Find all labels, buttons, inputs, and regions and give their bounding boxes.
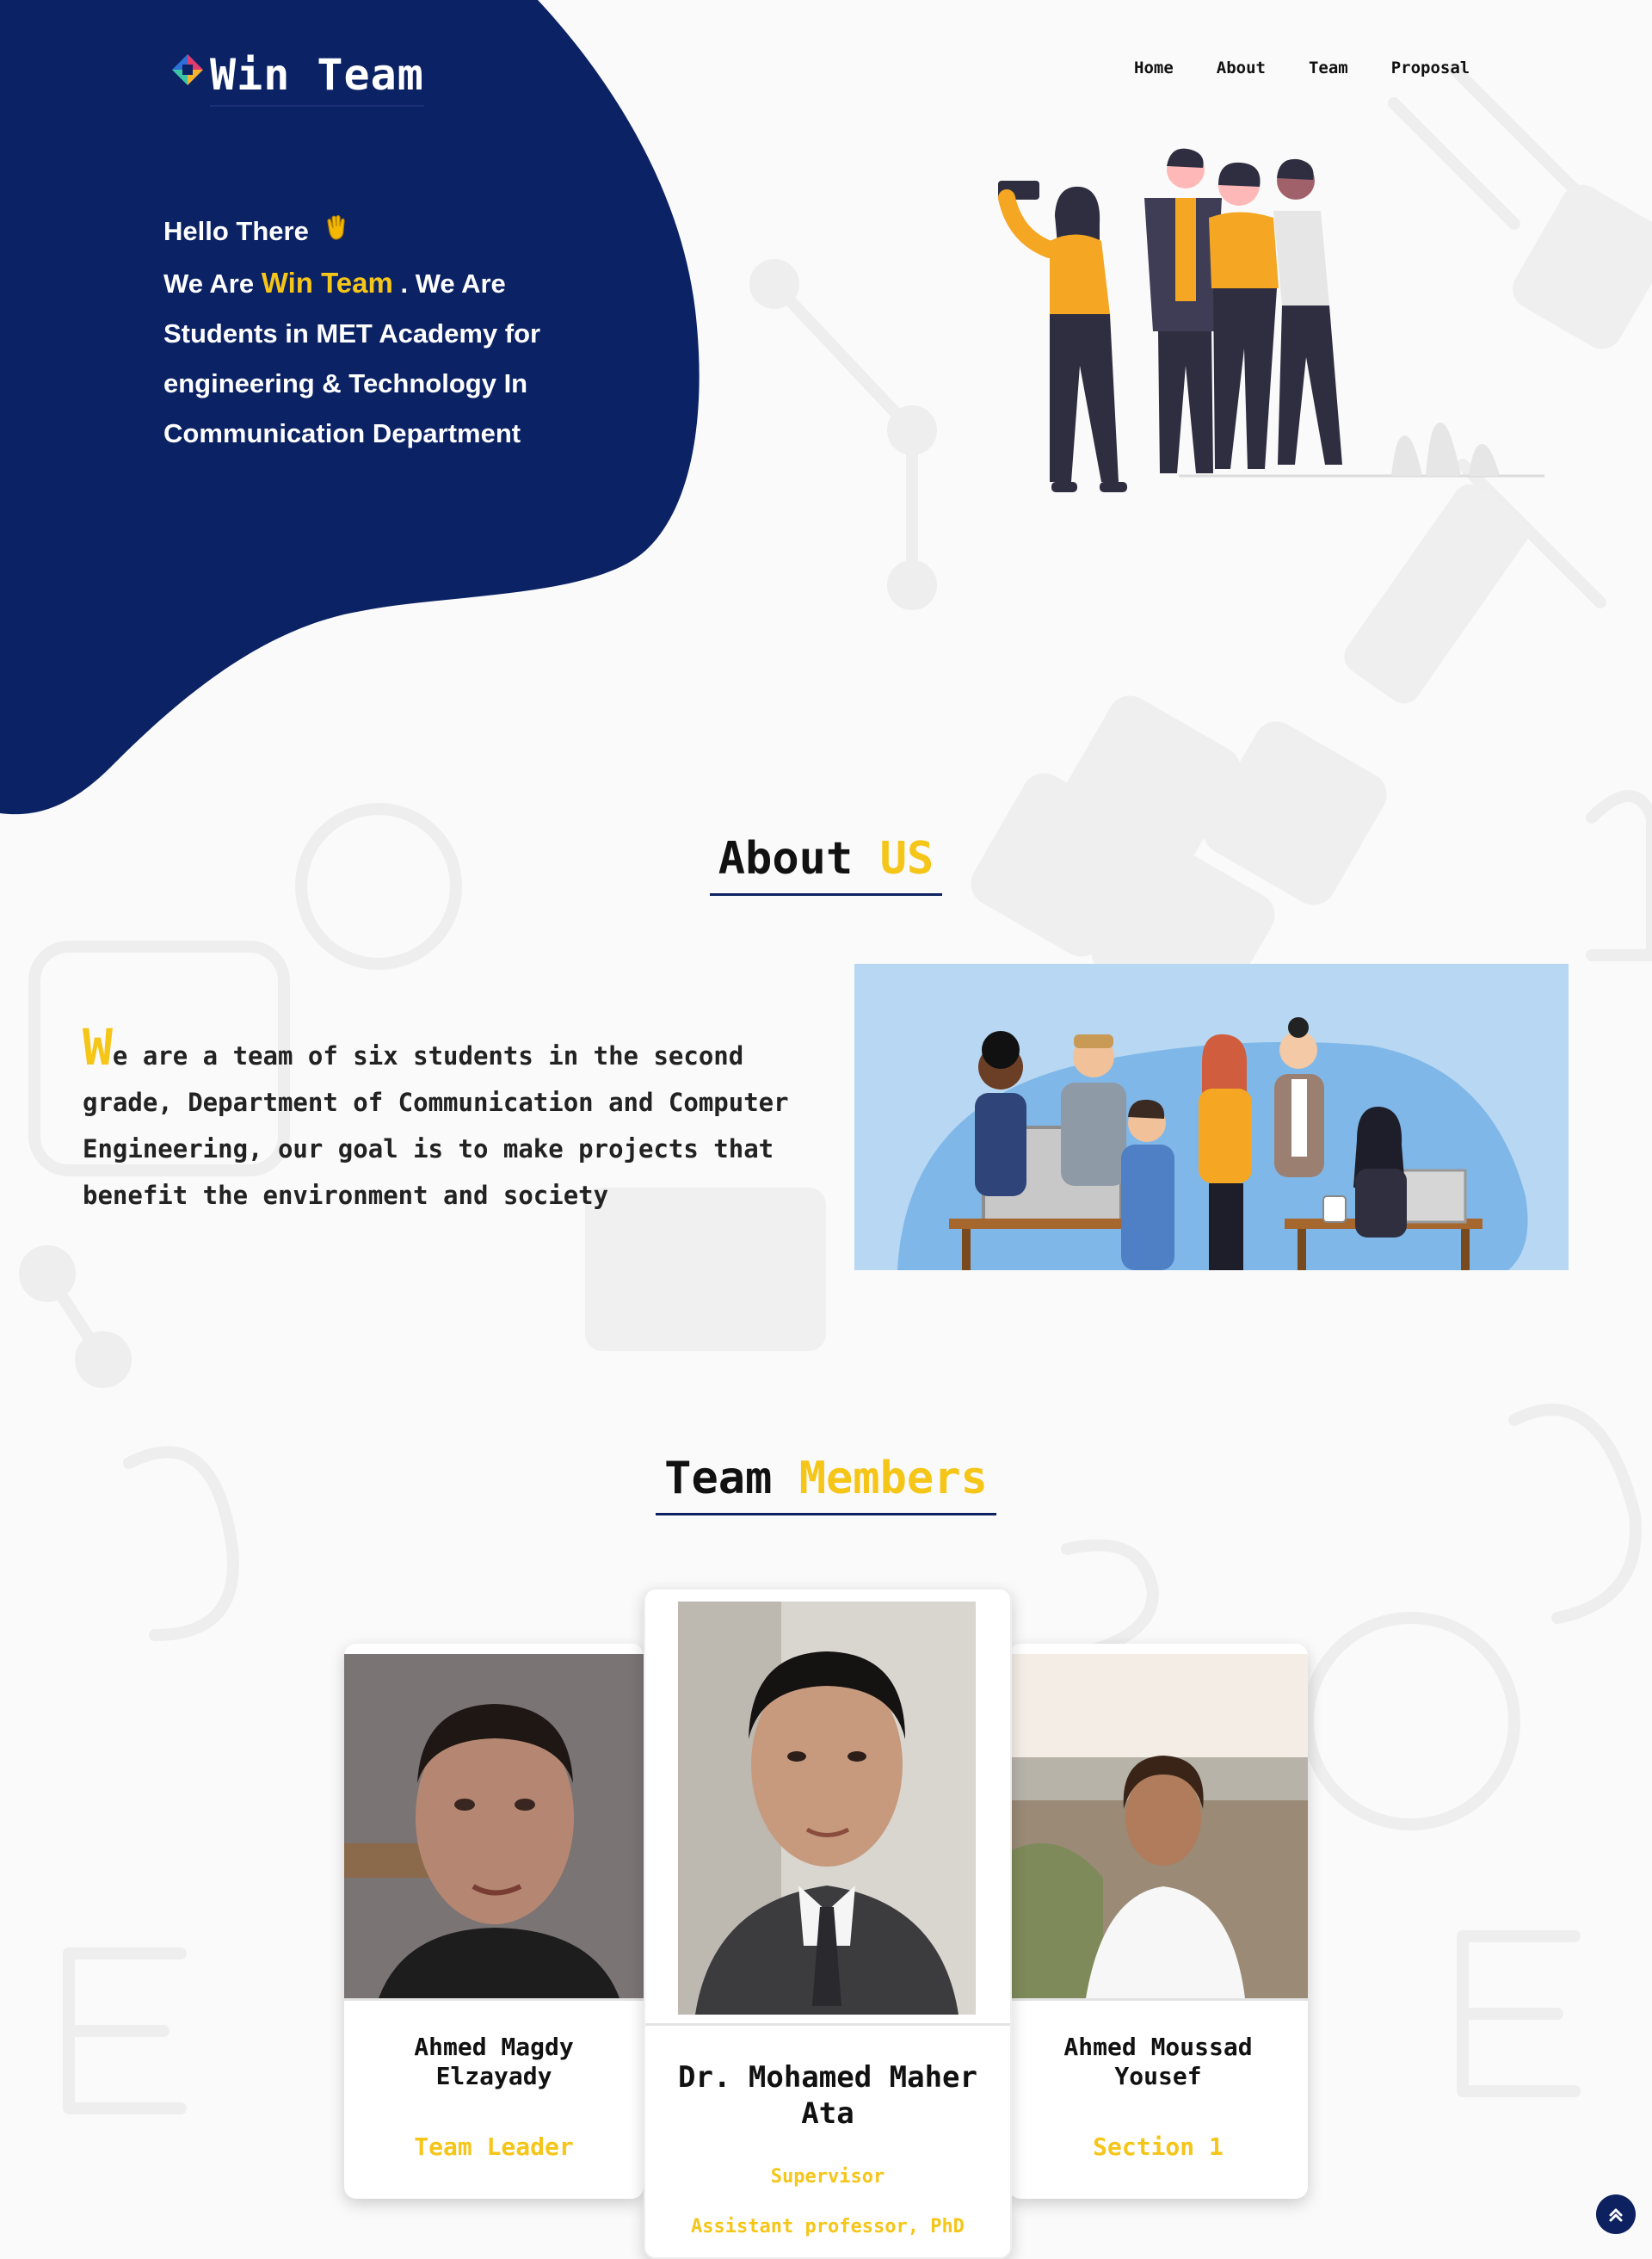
waving-hand-icon <box>323 208 352 258</box>
card-divider <box>645 2023 1010 2026</box>
member-role: Supervisor <box>770 2166 885 2188</box>
scroll-to-top-button[interactable] <box>1596 2194 1636 2234</box>
member-name: Ahmed Magdy Elzayady <box>414 2033 574 2090</box>
team-title-accent: Members <box>798 1453 988 1504</box>
team-member-card[interactable]: Dr. Mohamed Maher Ata Supervisor Assista… <box>644 1588 1012 2259</box>
about-title-main: About <box>718 833 854 885</box>
card-divider <box>1008 1998 1308 2001</box>
about-text: e are a team of six students in the seco… <box>83 1041 789 1210</box>
hero-description: We Are Win Team . We Are Students in MET… <box>163 258 611 459</box>
about-dropcap: W <box>83 1018 113 1077</box>
colorful-diamond-logo-icon <box>170 52 205 87</box>
nav-proposal[interactable]: Proposal <box>1391 59 1470 77</box>
brand-title: Win Team <box>210 50 424 107</box>
team-section-title: Team Members <box>0 1453 1652 1515</box>
team-title-underline: Team Members <box>656 1453 996 1515</box>
member-role: Section 1 <box>1093 2132 1224 2161</box>
card-divider <box>344 1998 644 2001</box>
member-photo <box>1008 1654 1308 1998</box>
hero-team-name: Win Team <box>261 267 393 299</box>
nav-home[interactable]: Home <box>1134 59 1174 77</box>
nav-about[interactable]: About <box>1217 59 1266 77</box>
member-photo <box>678 1602 976 2015</box>
team-at-desks-illustration <box>854 964 1569 1270</box>
hero-line-prefix: We Are <box>163 268 255 299</box>
main-nav: Home About Team Proposal <box>1134 59 1513 77</box>
member-subrole: Assistant professor, PhD <box>691 2216 965 2237</box>
team-group-illustration <box>998 148 1544 492</box>
team-member-card[interactable]: Ahmed Moussad Yousef Section 1 <box>1008 1644 1308 2199</box>
hero-greeting-text: Hello There <box>163 216 309 246</box>
hero-text: Hello There We Are Win Team . We Are Stu… <box>163 207 611 459</box>
member-role: Team Leader <box>414 2132 574 2161</box>
about-description: We are a team of six students in the sec… <box>83 1022 823 1219</box>
brand[interactable]: Win Team <box>170 50 424 107</box>
nav-team[interactable]: Team <box>1309 59 1348 77</box>
team-member-card[interactable]: Ahmed Magdy Elzayady Team Leader <box>344 1644 644 2199</box>
member-name: Dr. Mohamed Maher Ata <box>678 2060 977 2131</box>
team-title-main: Team <box>664 1453 773 1504</box>
about-title-accent: US <box>879 833 934 885</box>
member-name: Ahmed Moussad Yousef <box>1063 2033 1253 2090</box>
about-title-underline: About US <box>709 833 943 896</box>
about-section-title: About US <box>0 833 1652 896</box>
double-chevron-up-icon <box>1609 2208 1623 2222</box>
member-photo <box>344 1654 644 1998</box>
hero-greeting: Hello There <box>163 207 611 258</box>
